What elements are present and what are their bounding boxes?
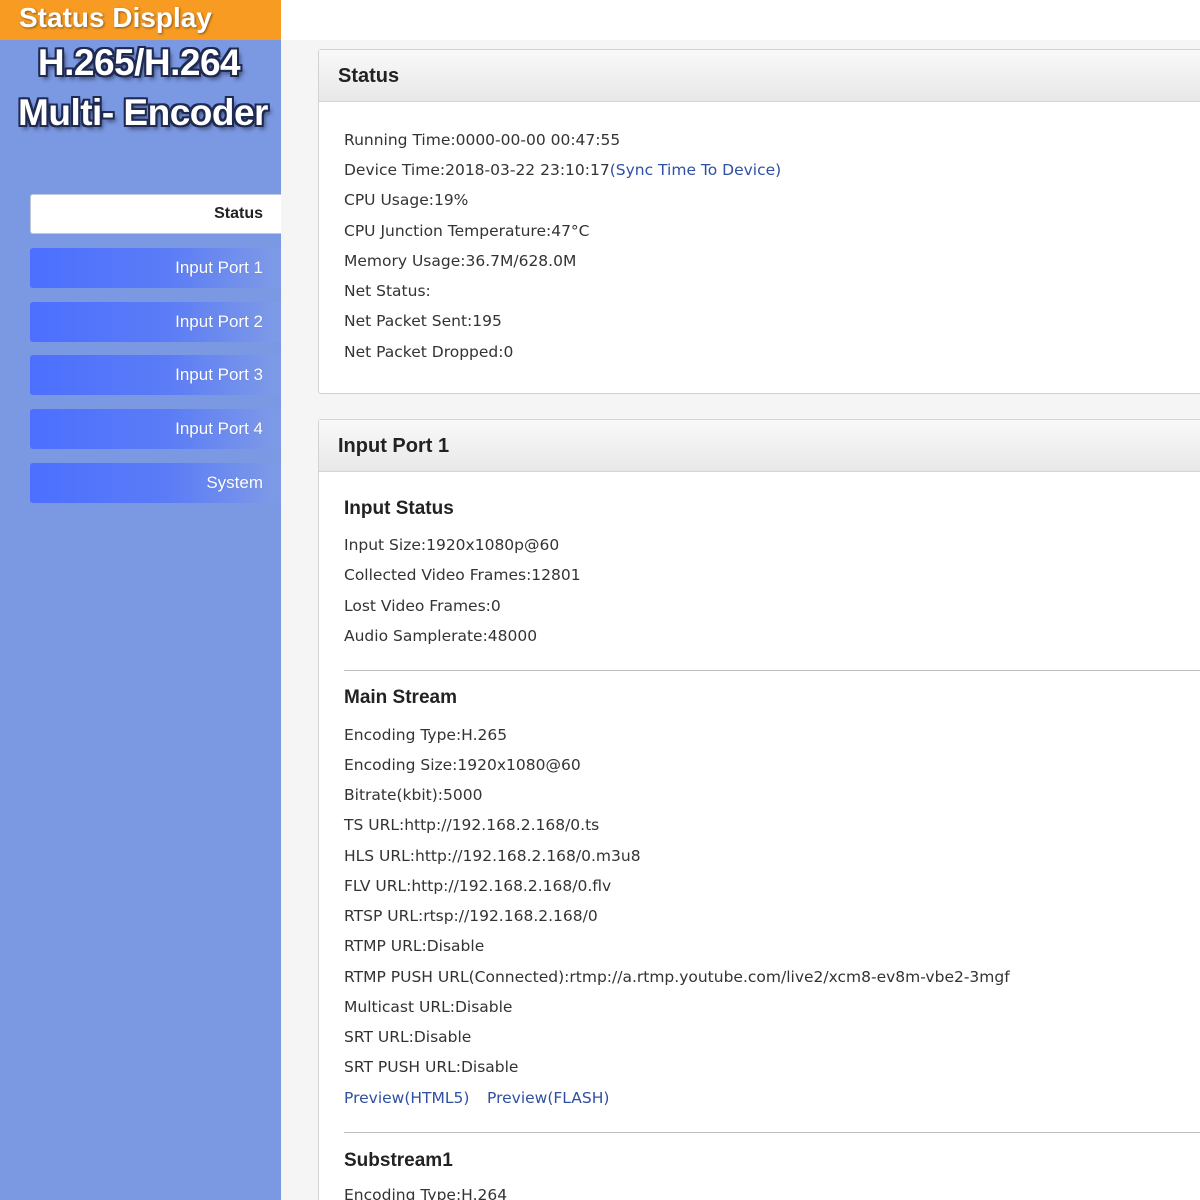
rtmp-url: RTMP URL:Disable (344, 937, 485, 955)
collected-video-frames: Collected Video Frames:12801 (344, 566, 581, 584)
sidebar-item-status[interactable]: Status (30, 194, 281, 234)
sidebar: Status Display H.265/H.264 Multi- Encode… (0, 0, 281, 1200)
preview-flash-link[interactable]: Preview(FLASH) (487, 1089, 609, 1107)
section-divider (344, 670, 1200, 671)
net-packet-sent: Net Packet Sent:195 (344, 312, 502, 330)
multicast-url: Multicast URL:Disable (344, 998, 513, 1016)
cpu-temperature: CPU Junction Temperature:47°C (344, 222, 590, 240)
running-time: Running Time:0000-00-00 00:47:55 (344, 131, 621, 149)
hls-url: HLS URL:http://192.168.2.168/0.m3u8 (344, 847, 641, 865)
sidebar-item-input-port-2[interactable]: Input Port 2 (30, 302, 281, 342)
lost-video-frames: Lost Video Frames:0 (344, 597, 501, 615)
substream1-heading: Substream1 (344, 1150, 453, 1171)
sidebar-item-system[interactable]: System (30, 463, 281, 503)
sidebar-item-input-port-1[interactable]: Input Port 1 (30, 248, 281, 288)
flv-url: FLV URL:http://192.168.2.168/0.flv (344, 877, 612, 895)
section-divider (344, 1132, 1200, 1133)
bitrate: Bitrate(kbit):5000 (344, 786, 483, 804)
banner-title: Status Display (19, 2, 212, 33)
status-display-banner: Status Display (0, 0, 281, 40)
preview-html5-link[interactable]: Preview(HTML5) (344, 1089, 469, 1107)
product-logo-line2: Multi- Encoder (18, 92, 268, 133)
encoding-type: Encoding Type:H.265 (344, 726, 508, 744)
substream1-encoding-type: Encoding Type:H.264 (344, 1186, 508, 1200)
cpu-usage: CPU Usage:19% (344, 191, 469, 209)
sidebar-item-input-port-4[interactable]: Input Port 4 (30, 409, 281, 449)
net-status: Net Status: (344, 282, 431, 300)
product-logo-line1: H.265/H.264 (37, 42, 241, 83)
input-size: Input Size:1920x1080p@60 (344, 536, 560, 554)
memory-usage: Memory Usage:36.7M/628.0M (344, 252, 577, 270)
rtsp-url: RTSP URL:rtsp://192.168.2.168/0 (344, 907, 598, 925)
net-packet-dropped: Net Packet Dropped:0 (344, 343, 514, 361)
input-status-heading: Input Status (344, 498, 454, 519)
audio-samplerate: Audio Samplerate:48000 (344, 627, 538, 645)
encoding-size: Encoding Size:1920x1080@60 (344, 756, 581, 774)
device-time-row: Device Time:2018-03-22 23:10:17(Sync Tim… (344, 161, 781, 179)
input-port-1-title: Input Port 1 (319, 420, 1200, 472)
sidebar-item-input-port-3[interactable]: Input Port 3 (30, 355, 281, 395)
device-time: Device Time:2018-03-22 23:10:17 (344, 161, 610, 179)
main-stream-heading: Main Stream (344, 687, 457, 708)
sync-time-link[interactable]: (Sync Time To Device) (610, 161, 782, 179)
rtmp-push-url: RTMP PUSH URL(Connected):rtmp://a.rtmp.y… (344, 968, 1010, 986)
srt-push-url: SRT PUSH URL:Disable (344, 1058, 519, 1076)
ts-url: TS URL:http://192.168.2.168/0.ts (344, 816, 600, 834)
status-panel-title: Status (319, 50, 1200, 102)
srt-url: SRT URL:Disable (344, 1028, 472, 1046)
